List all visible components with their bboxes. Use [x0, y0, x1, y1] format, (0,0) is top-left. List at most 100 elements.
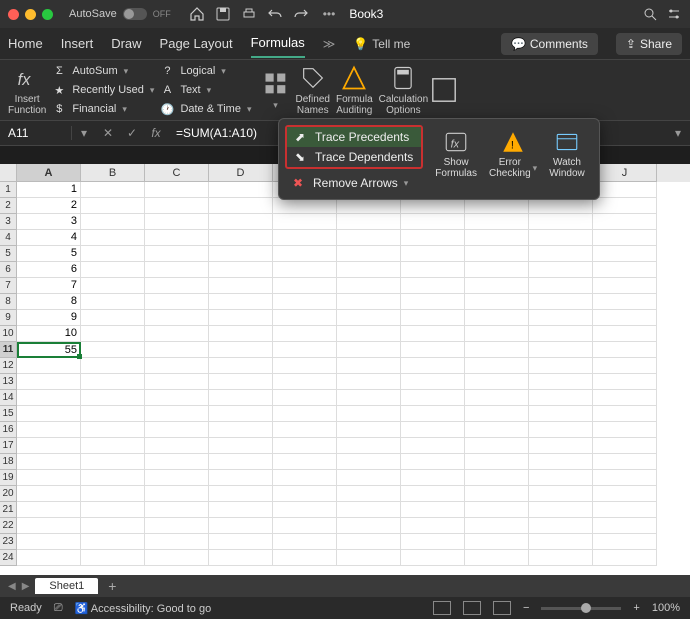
cell-A20[interactable]	[17, 486, 81, 502]
cell-I15[interactable]	[529, 406, 593, 422]
cell-J11[interactable]	[593, 342, 657, 358]
cell-G23[interactable]	[401, 534, 465, 550]
cell-H21[interactable]	[465, 502, 529, 518]
row-header-8[interactable]: 8	[0, 294, 17, 310]
comments-button[interactable]: 💬 Comments	[501, 33, 598, 55]
cell-B10[interactable]	[81, 326, 145, 342]
settings-icon[interactable]	[666, 6, 682, 22]
fx-bar-icon[interactable]: fx	[144, 121, 168, 145]
show-formulas-button[interactable]: fx Show Formulas	[435, 129, 477, 189]
cell-A18[interactable]	[17, 454, 81, 470]
cell-H16[interactable]	[465, 422, 529, 438]
zoom-out-button[interactable]: −	[523, 602, 529, 614]
tab-page-layout[interactable]: Page Layout	[160, 30, 233, 57]
cell-A11[interactable]: 55	[17, 342, 81, 358]
row-header-14[interactable]: 14	[0, 390, 17, 406]
cell-J8[interactable]	[593, 294, 657, 310]
cell-H10[interactable]	[465, 326, 529, 342]
cell-G2[interactable]	[401, 198, 465, 214]
cell-I18[interactable]	[529, 454, 593, 470]
cell-F5[interactable]	[337, 246, 401, 262]
cell-E23[interactable]	[273, 534, 337, 550]
cell-J12[interactable]	[593, 358, 657, 374]
cell-G22[interactable]	[401, 518, 465, 534]
cell-G11[interactable]	[401, 342, 465, 358]
tab-home[interactable]: Home	[8, 30, 43, 57]
cell-A17[interactable]	[17, 438, 81, 454]
cell-D5[interactable]	[209, 246, 273, 262]
toggle-icon[interactable]	[123, 8, 147, 20]
page-break-view-icon[interactable]	[493, 601, 511, 615]
cell-F6[interactable]	[337, 262, 401, 278]
row-header-9[interactable]: 9	[0, 310, 17, 326]
sheet-tab-active[interactable]: Sheet1	[35, 578, 98, 594]
cell-E4[interactable]	[273, 230, 337, 246]
share-button[interactable]: ⇪ Share	[616, 33, 682, 55]
cell-I3[interactable]	[529, 214, 593, 230]
row-header-21[interactable]: 21	[0, 502, 17, 518]
cell-C16[interactable]	[145, 422, 209, 438]
cell-J24[interactable]	[593, 550, 657, 566]
cell-H20[interactable]	[465, 486, 529, 502]
cell-D20[interactable]	[209, 486, 273, 502]
cell-E2[interactable]	[273, 198, 337, 214]
cell-A19[interactable]	[17, 470, 81, 486]
cell-C14[interactable]	[145, 390, 209, 406]
cell-B5[interactable]	[81, 246, 145, 262]
cell-C18[interactable]	[145, 454, 209, 470]
cell-B8[interactable]	[81, 294, 145, 310]
cell-F17[interactable]	[337, 438, 401, 454]
row-header-4[interactable]: 4	[0, 230, 17, 246]
cell-D14[interactable]	[209, 390, 273, 406]
cell-G21[interactable]	[401, 502, 465, 518]
tell-me[interactable]: 💡 Tell me	[353, 37, 410, 51]
cell-F15[interactable]	[337, 406, 401, 422]
row-header-18[interactable]: 18	[0, 454, 17, 470]
cell-F22[interactable]	[337, 518, 401, 534]
cell-G24[interactable]	[401, 550, 465, 566]
cell-F19[interactable]	[337, 470, 401, 486]
close-icon[interactable]	[8, 9, 19, 20]
cell-G8[interactable]	[401, 294, 465, 310]
cell-I2[interactable]	[529, 198, 593, 214]
error-checking-button[interactable]: ! Error Checking▾	[489, 129, 537, 189]
cell-J20[interactable]	[593, 486, 657, 502]
cell-D13[interactable]	[209, 374, 273, 390]
row-header-13[interactable]: 13	[0, 374, 17, 390]
cell-C17[interactable]	[145, 438, 209, 454]
cell-B6[interactable]	[81, 262, 145, 278]
cell-E6[interactable]	[273, 262, 337, 278]
cell-B16[interactable]	[81, 422, 145, 438]
cell-A1[interactable]: 1	[17, 182, 81, 198]
row-header-6[interactable]: 6	[0, 262, 17, 278]
cell-J16[interactable]	[593, 422, 657, 438]
cell-G6[interactable]	[401, 262, 465, 278]
row-header-15[interactable]: 15	[0, 406, 17, 422]
cell-E24[interactable]	[273, 550, 337, 566]
cell-C4[interactable]	[145, 230, 209, 246]
row-header-19[interactable]: 19	[0, 470, 17, 486]
confirm-icon[interactable]: ✓	[120, 121, 144, 145]
row-header-20[interactable]: 20	[0, 486, 17, 502]
cell-B12[interactable]	[81, 358, 145, 374]
print-icon[interactable]	[241, 6, 257, 22]
cells-area[interactable]: 1234567891055	[17, 182, 690, 575]
cell-I14[interactable]	[529, 390, 593, 406]
row-header-7[interactable]: 7	[0, 278, 17, 294]
trace-dependents-button[interactable]: ⬊ Trace Dependents	[287, 147, 421, 167]
date-time-dropdown[interactable]: 🕐Date & Time▾	[160, 101, 251, 117]
page-layout-view-icon[interactable]	[463, 601, 481, 615]
remove-arrows-button[interactable]: ✖ Remove Arrows ▾	[285, 173, 423, 193]
expand-bar-icon[interactable]: ▾	[666, 121, 690, 145]
cell-F9[interactable]	[337, 310, 401, 326]
cell-H3[interactable]	[465, 214, 529, 230]
cell-I22[interactable]	[529, 518, 593, 534]
cell-E18[interactable]	[273, 454, 337, 470]
autosum-dropdown[interactable]: ΣAutoSum▾	[52, 63, 154, 79]
cell-J15[interactable]	[593, 406, 657, 422]
cell-B17[interactable]	[81, 438, 145, 454]
cell-C1[interactable]	[145, 182, 209, 198]
text-dropdown[interactable]: AText▾	[160, 82, 251, 98]
cell-A8[interactable]: 8	[17, 294, 81, 310]
cell-D11[interactable]	[209, 342, 273, 358]
